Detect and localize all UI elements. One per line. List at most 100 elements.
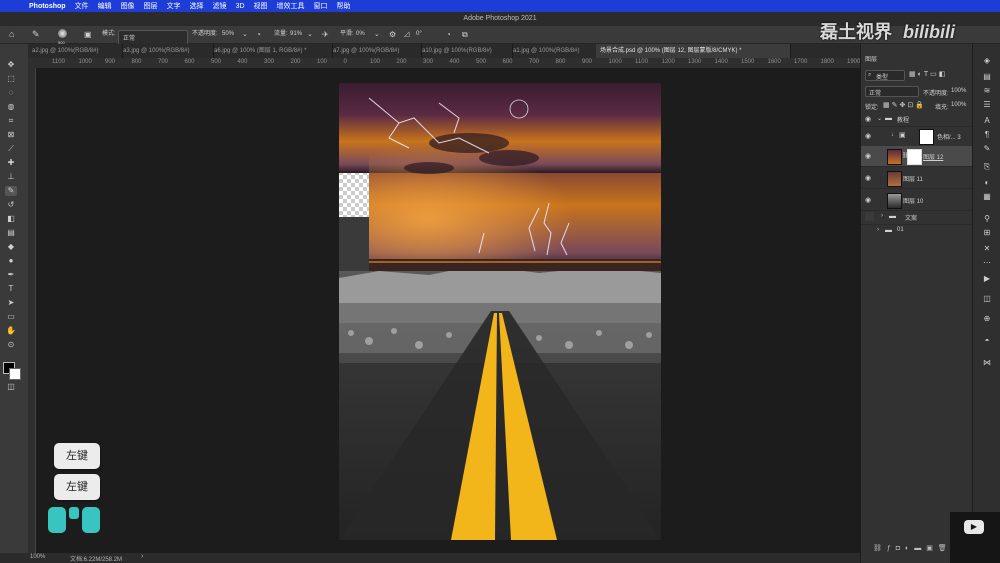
smooth-dropdown-icon[interactable]: ⌄ <box>374 26 380 43</box>
stamp-tool-icon[interactable]: ⊥ <box>5 172 17 182</box>
layer-row-group-copy[interactable]: › ▬ 文案 <box>861 210 973 225</box>
layer-row-hue-adjustment[interactable]: ◉ ↓ ▣ 色相/... 3 <box>861 126 973 147</box>
fill-value[interactable]: 100% <box>951 102 966 108</box>
menu-filter[interactable]: 滤镜 <box>213 1 227 11</box>
flow-dropdown-icon[interactable]: ⌄ <box>307 26 313 43</box>
paragraph-panel-icon[interactable]: ¶ <box>982 130 992 139</box>
marquee-tool-icon[interactable]: ⬚ <box>5 74 17 84</box>
brush-tool-icon[interactable]: ✎ <box>32 26 40 43</box>
layer-mask-thumbnail[interactable] <box>907 149 922 165</box>
menu-3d[interactable]: 3D <box>236 3 245 10</box>
opacity-dropdown-icon[interactable]: ⌄ <box>242 26 248 43</box>
menu-window[interactable]: 窗口 <box>314 1 328 11</box>
character-panel-icon[interactable]: A <box>982 116 992 125</box>
paths-panel-icon[interactable]: ⚲ <box>982 214 992 223</box>
quick-select-tool-icon[interactable]: ◍ <box>5 102 17 112</box>
visibility-eye-icon[interactable]: ◉ <box>865 115 871 123</box>
tab-scene-composite[interactable]: 场景合成.psd @ 100% (图层 12, 图层蒙版/8/CMYK) * <box>596 44 791 58</box>
pen-tool-icon[interactable]: ✒ <box>5 270 17 280</box>
symmetry-icon[interactable]: ⧉ <box>462 26 468 43</box>
menu-edit[interactable]: 编辑 <box>98 1 112 11</box>
gradient-tool-icon[interactable]: ▤ <box>5 228 17 238</box>
flow-value[interactable]: 91% <box>290 26 302 43</box>
crop-tool-icon[interactable]: ⌗ <box>5 116 17 126</box>
path-select-tool-icon[interactable]: ➤ <box>5 298 17 308</box>
color-panel-icon[interactable]: ◐ <box>982 178 992 187</box>
visibility-eye-icon[interactable]: ◉ <box>865 174 871 182</box>
layer-row-layer-11[interactable]: ◉ 图层 11 <box>861 168 973 189</box>
channels-panel-icon[interactable]: ⊞ <box>982 228 992 237</box>
quick-mask-icon[interactable]: ◫ <box>5 382 17 392</box>
actions-panel-icon[interactable]: ▶ <box>982 274 992 283</box>
smooth-value[interactable]: 0% <box>356 26 365 43</box>
airbrush-icon[interactable]: ✈ <box>322 26 329 43</box>
eraser-tool-icon[interactable]: ◧ <box>5 214 17 224</box>
adjustments-panel-icon[interactable]: ≋ <box>982 86 992 95</box>
properties-panel-icon[interactable]: ☰ <box>982 100 992 109</box>
dodge-tool-icon[interactable]: ● <box>5 256 17 266</box>
layer-row-layer-10[interactable]: ◉ 图层 10 <box>861 190 973 211</box>
chevron-right-icon[interactable]: › <box>881 213 883 219</box>
zoom-level[interactable]: 100% <box>30 554 45 560</box>
layer-filter-select[interactable]: ⌕ 类型 <box>865 70 905 81</box>
pressure-size-icon[interactable]: ◔ <box>446 26 451 43</box>
menu-help[interactable]: 帮助 <box>337 1 351 11</box>
layer-thumbnail[interactable] <box>887 193 902 209</box>
layer-thumbnail[interactable] <box>887 171 902 187</box>
layer-thumbnail[interactable] <box>887 149 902 165</box>
lock-icons[interactable]: ▦✎✥⊡🔒 <box>883 101 926 109</box>
visibility-off-box[interactable] <box>865 212 874 221</box>
visibility-eye-icon[interactable]: ◉ <box>865 132 871 140</box>
tab-a2[interactable]: a2.jpg @ 100%(RGB/8#) <box>28 44 123 58</box>
shape-tool-icon[interactable]: ▭ <box>5 312 17 322</box>
brush-tool-icon[interactable]: ✎ <box>5 186 17 196</box>
blend-mode-select[interactable]: 正常 <box>865 86 919 97</box>
angle-value[interactable]: 0° <box>416 26 422 43</box>
lasso-tool-icon[interactable]: ◌ <box>5 88 17 98</box>
menu-select[interactable]: 选择 <box>190 1 204 11</box>
menu-layer[interactable]: 图层 <box>144 1 158 11</box>
tab-a1[interactable]: a1.jpg @ 100%(RGB/8#) <box>509 44 600 58</box>
hand-tool-icon[interactable]: ✋ <box>5 326 17 336</box>
frame-tool-icon[interactable]: ⊠ <box>5 130 17 140</box>
opacity-value[interactable]: 50% <box>222 26 234 43</box>
menu-file[interactable]: 文件 <box>75 1 89 11</box>
status-menu-icon[interactable]: › <box>141 553 143 560</box>
layer-filter-icons[interactable]: ▦◐T▭◧ <box>909 70 947 78</box>
menu-view[interactable]: 视图 <box>254 1 268 11</box>
tab-a7[interactable]: a7.jpg @ 100%(RGB/8#) <box>329 44 422 58</box>
chevron-down-icon[interactable]: ⌄ <box>877 115 882 122</box>
smoothing-options-icon[interactable]: ⚙ <box>389 26 396 43</box>
tool-presets-panel-icon[interactable]: ⋈ <box>982 358 992 367</box>
move-tool-icon[interactable]: ✥ <box>5 60 17 70</box>
visibility-eye-icon[interactable]: ◉ <box>865 196 871 204</box>
menu-image[interactable]: 图像 <box>121 1 135 11</box>
chevron-right-icon[interactable]: › <box>877 227 879 233</box>
visibility-eye-icon[interactable]: ◉ <box>865 152 871 160</box>
layer-mask-thumbnail[interactable] <box>919 129 934 145</box>
background-color-swatch[interactable] <box>9 368 21 380</box>
tab-a3[interactable]: a3.jpg @ 100%(RGB/8#) <box>119 44 214 58</box>
glyphs-panel-icon[interactable]: ⋯ <box>982 258 992 267</box>
layers-panel-title[interactable]: 图层 <box>865 54 877 63</box>
brush-settings-icon[interactable]: ▣ <box>84 26 92 43</box>
layer-opacity-value[interactable]: 100% <box>951 88 966 94</box>
menu-type[interactable]: 文字 <box>167 1 181 11</box>
layer-row-group-tutorial[interactable]: ◉ ⌄ ▬ 教程 <box>861 112 973 127</box>
swatches-panel-icon[interactable]: ▦ <box>982 192 992 201</box>
navigator-panel-icon[interactable]: ◫ <box>982 294 992 303</box>
layer-row-group-01[interactable]: › ▬ 01 <box>861 224 973 238</box>
blur-tool-icon[interactable]: ◆ <box>5 242 17 252</box>
type-tool-icon[interactable]: T <box>5 284 17 294</box>
clone-source-panel-icon[interactable]: ⎘ <box>982 162 992 171</box>
history-panel-icon[interactable]: ▤ <box>982 72 992 81</box>
menu-plugins[interactable]: 增效工具 <box>277 1 305 11</box>
info-panel-icon[interactable]: ◓ <box>982 336 992 345</box>
eyedropper-tool-icon[interactable]: ⟋ <box>5 144 17 154</box>
zoom-tool-icon[interactable]: ⊙ <box>5 340 17 350</box>
layers-footer-icons[interactable]: ⛓ƒ◘◐▬▣🗑 <box>873 544 952 552</box>
layer-row-layer-12[interactable]: ◉ ⛓ 图层 12 <box>861 146 973 167</box>
pressure-opacity-icon[interactable]: ◔ <box>256 26 261 43</box>
styles-panel-icon[interactable]: ✕ <box>982 244 992 253</box>
healing-tool-icon[interactable]: ✚ <box>5 158 17 168</box>
